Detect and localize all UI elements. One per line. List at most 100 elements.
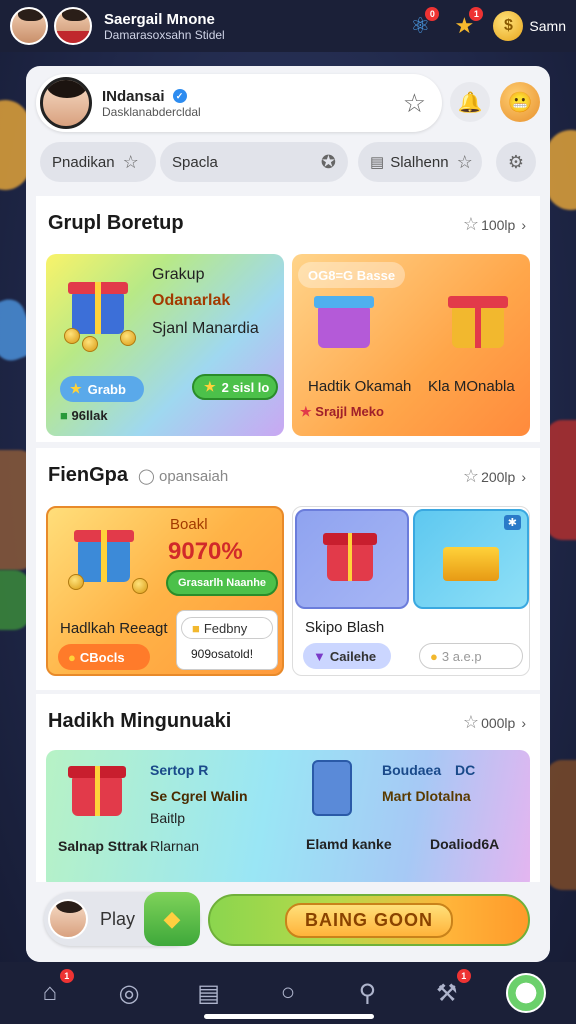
offer-tile[interactable]: ✱ Skipo Blash ▼ Cailehe ● 3 a.e.p	[292, 506, 530, 676]
calendar-icon: ▤	[370, 154, 385, 171]
tile-footnote: ★ Srajjl Meko	[300, 404, 384, 420]
gift-icon	[74, 530, 134, 582]
star-icon: ☆	[122, 151, 139, 172]
gold-bar-icon	[443, 547, 499, 581]
chevron-right-icon: ›	[521, 468, 526, 485]
background-decoration	[546, 760, 576, 890]
sparkle-icon: ✱	[503, 515, 521, 530]
profile-card[interactable]: INdansai ✓ Dasklanabdercldal ☆	[36, 74, 442, 132]
chip-label: Slalhenn	[390, 153, 449, 171]
pill-label: Cailehe	[329, 648, 377, 664]
settings-chip[interactable]: ⚙	[496, 142, 536, 182]
section-group: Hadikh Mingunuaki ☆ 000lp › Sertop R Se …	[36, 694, 540, 890]
main-action-label: BAING GOON	[284, 902, 453, 938]
chip-label: Pnadikan	[52, 153, 115, 171]
coin-gift-icon: ◆	[144, 892, 200, 946]
section-title: FienGpa ◯ opansaiah	[48, 464, 228, 487]
image-panel: ✱	[413, 509, 529, 609]
atm-icon	[312, 760, 352, 816]
nav-building[interactable]: ▤	[189, 973, 229, 1013]
app-subtitle: Damarasoxsahn Stidel	[104, 27, 225, 42]
gear-icon: ⚙	[507, 151, 525, 172]
nav-profile-avatar[interactable]	[506, 973, 547, 1013]
notification-badge: 1	[59, 969, 74, 983]
footnote-label: 96llak	[71, 408, 108, 423]
offer-tile[interactable]: Sertop R Se Cgrel Walin Baitlp Salnap St…	[46, 750, 530, 890]
tile-pill[interactable]: ★ 2 sisl lo	[192, 374, 278, 400]
tile-line: Rlarnan	[150, 838, 200, 854]
avatar	[40, 77, 92, 129]
currency-label: Samn	[529, 18, 566, 34]
favorite-star-icon[interactable]: ☆	[403, 88, 426, 119]
chip-slalhenn[interactable]: ▤ Slalhenn ☆	[358, 142, 482, 182]
avatar[interactable]	[54, 7, 92, 45]
filter-chips: Pnadikan ☆ Spacla ✪ ▤ Slalhenn ☆ ⚙	[40, 142, 540, 184]
star-icon: ☆	[462, 214, 480, 234]
notification-badge: 0	[425, 7, 440, 21]
offer-tile[interactable]: Grakup Odanarlak Sjanl Manardia ★ Grabb …	[46, 254, 284, 436]
currency-display[interactable]: $ Samn	[493, 11, 566, 41]
tile-line: Se Cgrel Walin	[150, 788, 248, 804]
tile-line: Grakup	[152, 266, 205, 283]
tile-line-text: DC	[455, 762, 476, 778]
play-button[interactable]: Play ◆	[44, 892, 200, 946]
nav-circle[interactable]: ○	[268, 973, 308, 1013]
notification-badge: 1	[456, 969, 471, 983]
chevron-right-icon: ›	[521, 714, 526, 731]
tile-pill[interactable]: ● 3 a.e.p	[419, 643, 523, 669]
tile-line: Boakl	[170, 516, 208, 533]
chip-label: Spacla	[172, 153, 218, 171]
pill-label: 3 a.e.p	[441, 648, 482, 664]
nav-tools[interactable]: ⚒ 1	[427, 969, 471, 1013]
section-more-label: 200lp	[481, 468, 516, 485]
coin-icon: ●	[68, 649, 76, 665]
tile-pill[interactable]: ★ Grabb	[60, 376, 144, 402]
section-group: Grupl Boretup ☆ 100lp › Grakup Odanarlak…	[36, 196, 540, 442]
tile-line-text: Boudaea	[382, 762, 442, 778]
header-titles: Saergail Mnone Damarasoxsahn Stidel	[104, 11, 225, 42]
star-icon[interactable]: ★ 1	[449, 7, 484, 41]
nav-search[interactable]: ⚲	[347, 973, 387, 1013]
main-action-button[interactable]: BAING GOON	[208, 894, 530, 946]
coin-icon: ■	[192, 620, 200, 636]
section-subtitle: ◯ opansaiah	[138, 468, 229, 485]
chip-spacla[interactable]: Spacla ✪	[160, 142, 348, 182]
profile-name: INdansai	[102, 87, 165, 105]
profile-name-row: INdansai ✓	[102, 88, 201, 105]
tile-pill[interactable]: ▼ Cailehe	[303, 643, 391, 669]
home-indicator	[204, 1014, 374, 1019]
cube-icon: ■	[60, 408, 68, 423]
tile-label: Hadtik Okamah	[308, 378, 412, 395]
pill-label: CBocls	[79, 649, 125, 665]
footnote-label: Srajjl Meko	[315, 404, 384, 419]
emoji-button[interactable]: 😬	[500, 82, 540, 122]
tile-pill[interactable]: ● CBocls	[58, 644, 150, 670]
avatar[interactable]	[10, 7, 48, 45]
radar-icon: ◎	[118, 979, 140, 1007]
search-icon: ⚲	[358, 979, 377, 1007]
nav-home[interactable]: ⌂ 1	[30, 969, 74, 1013]
tile-line: Odanarlak	[152, 292, 231, 309]
verified-icon: ✓	[172, 89, 187, 103]
section-more-label: 100lp	[481, 216, 516, 233]
puzzle-icon[interactable]: ⚛ 0	[405, 7, 440, 41]
building-icon: ▤	[197, 979, 220, 1007]
bell-button[interactable]: 🔔	[450, 82, 490, 122]
section-more-link[interactable]: ☆ 000lp ›	[463, 712, 526, 733]
emoji-icon: 😬	[507, 91, 533, 114]
tile-line: Sjanl Manardia	[152, 320, 259, 337]
gift-icon	[314, 296, 374, 348]
offer-tile[interactable]: OG8=G Basse Hadtik Okamah Kla MOnabla ★ …	[292, 254, 530, 436]
tile-discount: 9070%	[168, 538, 243, 565]
section-group: FienGpa ◯ opansaiah ☆ 200lp › Boakl 9070%…	[36, 448, 540, 690]
box-label: 909osatold!	[191, 647, 254, 661]
tile-pill[interactable]: Grasarlh Naanhe	[166, 570, 278, 596]
offer-tile[interactable]: Boakl 9070% Grasarlh Naanhe Hadlkah Reea…	[46, 506, 284, 676]
chip-pnadikan[interactable]: Pnadikan ☆	[40, 142, 156, 182]
home-icon: ⌂	[42, 979, 57, 1006]
star-icon: ★	[300, 404, 312, 419]
tools-icon: ⚒	[436, 979, 458, 1007]
section-more-link[interactable]: ☆ 100lp ›	[463, 214, 526, 235]
section-more-link[interactable]: ☆ 200lp ›	[463, 466, 526, 487]
nav-radar[interactable]: ◎	[109, 973, 149, 1013]
